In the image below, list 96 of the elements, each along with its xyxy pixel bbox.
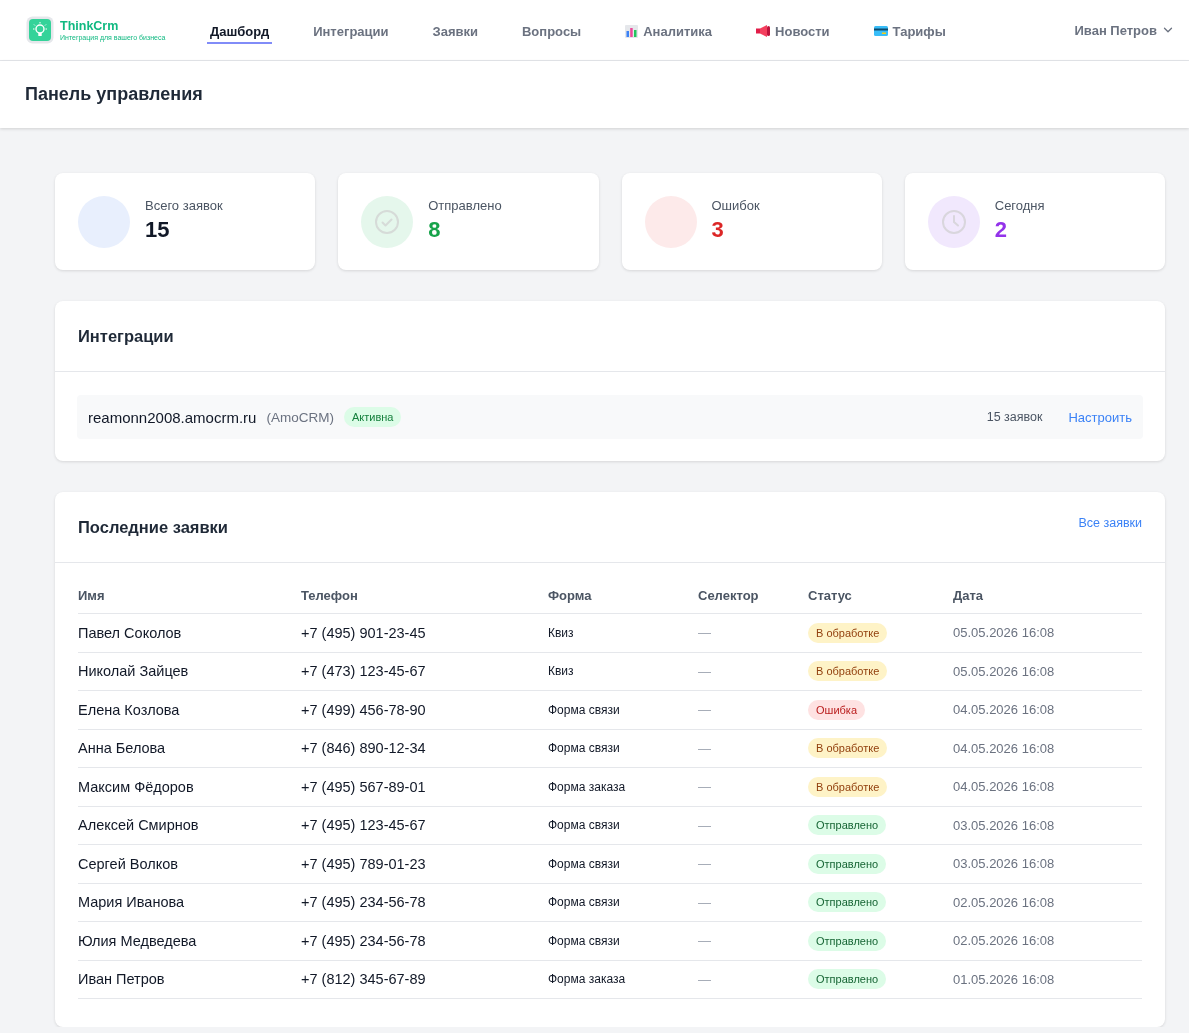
table-cell: Форма связи <box>548 741 620 756</box>
status-badge: Отправлено <box>808 853 887 874</box>
credit-card-icon <box>873 26 888 36</box>
stat-label: Сегодня <box>994 198 1045 213</box>
table-cell: Юлия Медведева <box>78 932 197 949</box>
table-cell: — <box>698 625 711 641</box>
logo-name: ThinkCrm <box>60 19 120 33</box>
column-header: Форма <box>548 587 592 603</box>
request-count: 15 заявок <box>986 410 1043 424</box>
nav-tab[interactable]: Вопросы <box>519 20 585 44</box>
stat-value: 3 <box>711 219 724 241</box>
table-cell: Павел Соколов <box>78 624 182 641</box>
table-cell: Квиз <box>548 625 574 640</box>
status-badge: Ошибка <box>808 699 865 720</box>
card-title: Последние заявки <box>78 517 228 537</box>
status-badge: Отправлено <box>808 815 887 836</box>
user-menu-button[interactable]: Иван Петров <box>1074 22 1175 38</box>
table-cell: +7 (495) 567-89-01 <box>301 778 426 795</box>
table-cell: Николай Зайцев <box>78 663 189 680</box>
lightbulb-logo-icon <box>26 16 54 44</box>
table-cell: Форма связи <box>548 895 620 910</box>
table-cell: 03.05.2026 16:08 <box>953 856 1055 872</box>
stat-value: 15 <box>145 219 170 241</box>
table-cell: — <box>698 971 711 987</box>
table-cell: — <box>698 740 711 756</box>
nav-tab[interactable]: Дашборд <box>207 20 273 44</box>
table-cell: — <box>698 702 711 718</box>
status-badge: В обработке <box>808 622 888 643</box>
status-badge: В обработке <box>808 776 888 797</box>
table-cell: Иван Петров <box>78 971 165 988</box>
table-cell: +7 (473) 123-45-67 <box>301 663 426 680</box>
status-badge: В обработке <box>808 738 888 759</box>
table-cell: Сергей Волков <box>78 855 178 872</box>
table-cell: +7 (846) 890-12-34 <box>301 740 426 757</box>
table-cell: Форма заказа <box>548 972 626 987</box>
status-badge: Активна <box>343 407 402 427</box>
column-header: Статус <box>808 587 852 603</box>
table-cell: Квиз <box>548 664 574 679</box>
stat-label: Отправлено <box>428 198 502 213</box>
nav-tab[interactable]: Тарифы <box>870 20 949 44</box>
table-cell: Форма связи <box>548 702 620 717</box>
status-badge: В обработке <box>808 661 888 682</box>
card-title: Интеграции <box>78 326 174 346</box>
table-cell: Форма связи <box>548 818 620 833</box>
table-cell: — <box>698 779 711 795</box>
table-cell: 05.05.2026 16:08 <box>953 625 1055 641</box>
table-cell: — <box>698 933 711 949</box>
table-cell: — <box>698 817 711 833</box>
page-title: Панель управления <box>25 84 203 105</box>
table-cell: +7 (495) 901-23-45 <box>301 624 426 641</box>
bar-chart-icon <box>625 24 639 38</box>
table-cell: +7 (495) 123-45-67 <box>301 817 426 834</box>
table-cell: Форма связи <box>548 856 620 871</box>
table-cell: Анна Белова <box>78 740 166 757</box>
table-cell: +7 (495) 234-56-78 <box>301 894 426 911</box>
configure-link[interactable]: Настроить <box>1068 409 1132 425</box>
table-cell: +7 (495) 234-56-78 <box>301 932 426 949</box>
table-cell: 03.05.2026 16:08 <box>953 817 1055 833</box>
megaphone-icon <box>756 25 771 37</box>
stat-label: Ошибок <box>711 198 760 213</box>
integration-platform: (AmoCRM) <box>266 409 334 425</box>
table-cell: Елена Козлова <box>78 701 180 718</box>
table-cell: Форма заказа <box>548 779 626 794</box>
status-badge: Отправлено <box>808 969 887 990</box>
table-cell: Мария Иванова <box>78 894 185 911</box>
column-header: Селектор <box>698 587 759 603</box>
table-cell: 04.05.2026 16:08 <box>953 740 1055 756</box>
nav-tab[interactable]: Интеграции <box>310 20 392 44</box>
nav-tab[interactable]: Заявки <box>429 20 481 44</box>
table-cell: — <box>698 894 711 910</box>
nav-tab[interactable]: Аналитика <box>622 20 716 44</box>
all-requests-link[interactable]: Все заявки <box>1078 515 1142 530</box>
table-cell: Форма связи <box>548 933 620 948</box>
stat-value: 8 <box>428 219 441 241</box>
table-cell: +7 (499) 456-78-90 <box>301 701 426 718</box>
stat-value: 2 <box>994 219 1007 241</box>
table-cell: — <box>698 856 711 872</box>
column-header: Имя <box>78 587 105 603</box>
table-cell: 04.05.2026 16:08 <box>953 702 1055 718</box>
stat-label: Всего заявок <box>145 198 223 213</box>
column-header: Телефон <box>301 587 358 603</box>
table-cell: Алексей Смирнов <box>78 817 199 834</box>
table-cell: 01.05.2026 16:08 <box>953 971 1055 987</box>
nav-tab[interactable]: Новости <box>753 20 833 44</box>
table-cell: +7 (495) 789-01-23 <box>301 855 426 872</box>
table-cell: +7 (812) 345-67-89 <box>301 971 426 988</box>
table-cell: — <box>698 663 711 679</box>
table-cell: 04.05.2026 16:08 <box>953 779 1055 795</box>
status-badge: Отправлено <box>808 892 887 913</box>
table-cell: 02.05.2026 16:08 <box>953 933 1055 949</box>
table-cell: Максим Фёдоров <box>78 778 194 795</box>
column-header: Дата <box>953 587 984 603</box>
table-cell: 05.05.2026 16:08 <box>953 663 1055 679</box>
status-badge: Отправлено <box>808 930 887 951</box>
table-cell: 02.05.2026 16:08 <box>953 894 1055 910</box>
integration-domain: reamonn2008.amocrm.ru <box>88 408 257 426</box>
